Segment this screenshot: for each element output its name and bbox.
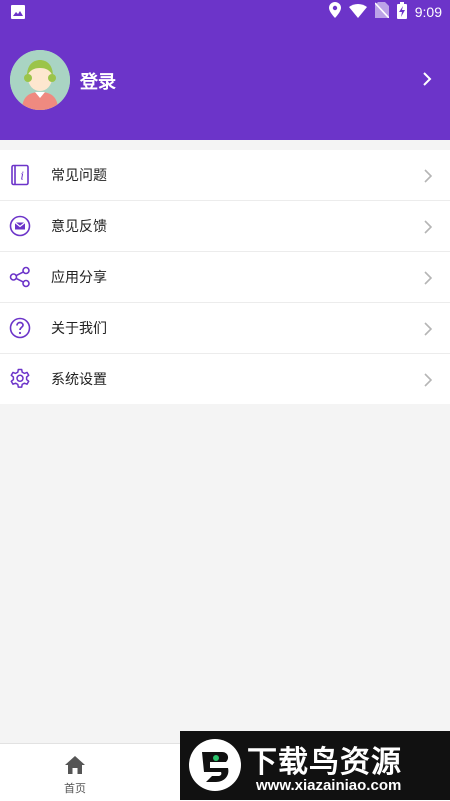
chevron-right-icon <box>424 168 433 187</box>
watermark-banner: 下载鸟资源 www.xiazainiao.com <box>180 731 450 800</box>
banner-url: www.xiazainiao.com <box>256 777 402 794</box>
bird-logo-icon <box>188 738 242 792</box>
no-sim-icon <box>374 2 390 22</box>
share-icon <box>9 266 31 288</box>
wifi-icon <box>348 3 367 22</box>
battery-charging-icon <box>396 1 407 23</box>
nav-home-label: 首页 <box>64 782 86 795</box>
chevron-right-icon <box>424 321 433 340</box>
image-icon <box>10 4 26 24</box>
gear-icon <box>9 368 31 390</box>
menu-item-about[interactable]: 关于我们 <box>0 303 450 354</box>
menu-item-feedback[interactable]: 意见反馈 <box>0 201 450 252</box>
menu-item-label: 应用分享 <box>51 270 107 286</box>
question-icon <box>9 317 31 339</box>
profile-header[interactable]: 登录 <box>0 24 450 140</box>
menu-item-label: 系统设置 <box>51 372 107 388</box>
settings-menu: i 常见问题 意见反馈 应用分享 关于我们 系统设置 <box>0 150 450 404</box>
status-bar: 9:09 <box>0 0 450 24</box>
home-icon <box>64 755 86 779</box>
mail-icon <box>9 215 31 237</box>
location-icon <box>328 2 341 22</box>
login-label[interactable]: 登录 <box>80 68 116 94</box>
banner-title: 下载鸟资源 <box>247 745 402 780</box>
menu-item-faq[interactable]: i 常见问题 <box>0 150 450 201</box>
chevron-right-icon[interactable] <box>422 71 432 91</box>
chevron-right-icon <box>424 219 433 238</box>
menu-item-label: 关于我们 <box>51 321 107 337</box>
menu-item-settings[interactable]: 系统设置 <box>0 354 450 404</box>
svg-text:i: i <box>21 170 25 183</box>
menu-item-label: 常见问题 <box>51 168 107 184</box>
chevron-right-icon <box>424 372 433 391</box>
status-time: 9:09 <box>414 4 442 20</box>
menu-item-share[interactable]: 应用分享 <box>0 252 450 303</box>
chevron-right-icon <box>424 270 433 289</box>
nav-home[interactable]: 首页 <box>40 744 110 801</box>
menu-item-label: 意见反馈 <box>51 219 107 235</box>
info-book-icon: i <box>9 164 31 186</box>
user-avatar[interactable] <box>10 50 70 110</box>
